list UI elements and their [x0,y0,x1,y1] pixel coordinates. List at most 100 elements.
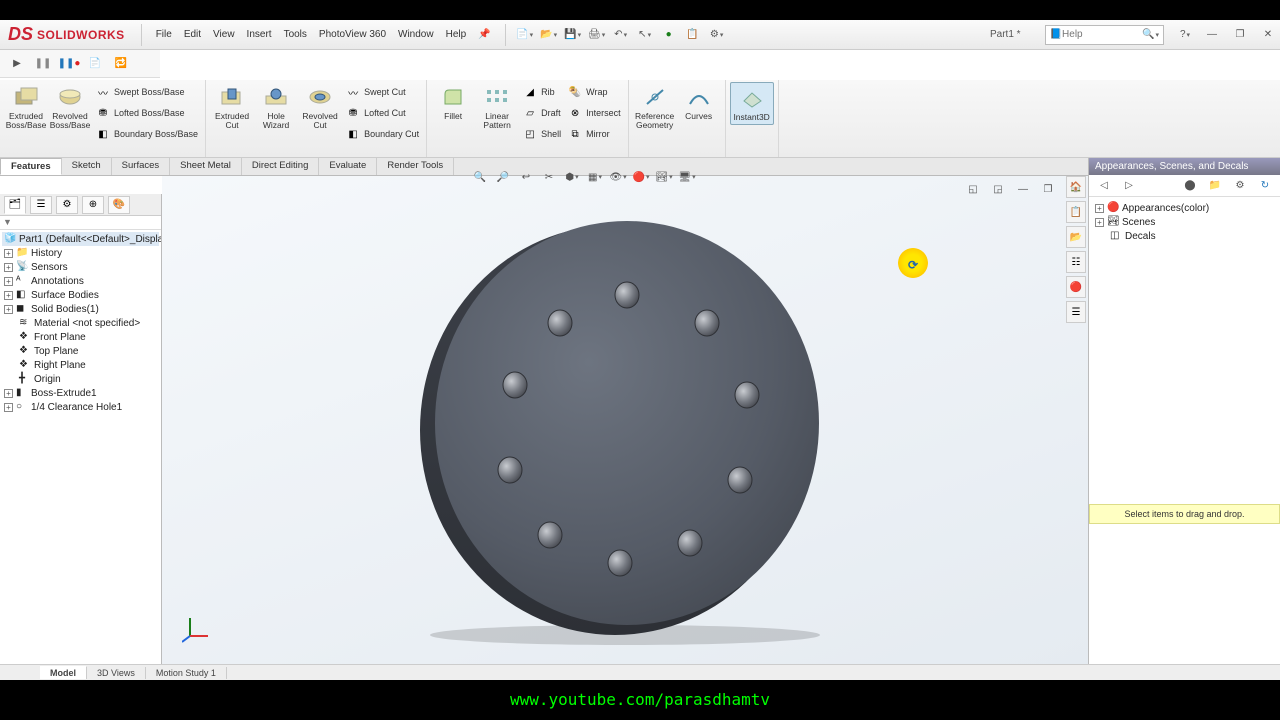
extruded-boss-button[interactable]: Extruded Boss/Base [4,82,48,132]
motion-replay-icon[interactable]: 🔁 [110,53,132,75]
rebuild-icon[interactable]: ● [658,24,680,46]
save-icon[interactable]: 💾▾ [562,24,584,46]
fm-tab-tree-icon[interactable]: 🗂 [4,196,26,214]
options-icon[interactable]: ⚙▾ [706,24,728,46]
lofted-cut-button[interactable]: ⛃Lofted Cut [342,103,422,123]
boundary-boss-button[interactable]: ◧Boundary Boss/Base [92,124,201,144]
vp-doc-icon[interactable]: ◱ [962,178,984,200]
shell-button[interactable]: ◰Shell [519,124,564,144]
search-icon[interactable]: 🔍▾ [1142,29,1159,40]
instant3d-button[interactable]: Instant3D [730,82,774,125]
tree-history[interactable]: +📁History [2,246,159,260]
curves-button[interactable]: Curves [677,82,721,123]
menu-photoview[interactable]: PhotoView 360 [313,26,392,43]
mirror-button[interactable]: ⧉Mirror [564,124,624,144]
rp-scenes[interactable]: +🏞Scenes [1093,215,1276,229]
rp-settings-icon[interactable]: ⚙ [1229,175,1251,197]
vp-restore-icon[interactable]: ❐ [1037,178,1059,200]
expand-icon[interactable]: + [4,263,13,272]
intersect-button[interactable]: ⊗Intersect [564,103,624,123]
view-orient-icon[interactable]: ⬢▾ [562,168,582,186]
motion-doc-icon[interactable]: 📄 [84,53,106,75]
task-home-icon[interactable]: 🏠 [1066,176,1086,198]
vp-minimize-icon[interactable]: — [1012,178,1034,200]
open-doc-icon[interactable]: 📂▾ [538,24,560,46]
menu-insert[interactable]: Insert [241,26,278,43]
tree-surface-bodies[interactable]: +◧Surface Bodies [2,288,159,302]
tree-root[interactable]: 🧊Part1 (Default<<Default>_Display State [2,232,159,246]
rp-back-icon[interactable]: ◁ [1093,175,1115,197]
hole-wizard-button[interactable]: Hole Wizard [254,82,298,132]
tab-direct-editing[interactable]: Direct Editing [242,158,320,175]
lofted-boss-button[interactable]: ⛃Lofted Boss/Base [92,103,201,123]
revolved-cut-button[interactable]: Revolved Cut [298,82,342,132]
draft-button[interactable]: ▱Draft [519,103,564,123]
file-props-icon[interactable]: 📋 [682,24,704,46]
swept-cut-button[interactable]: 〰Swept Cut [342,82,422,102]
pause-icon[interactable]: ❚❚ [32,53,54,75]
task-view-palette-icon[interactable]: ☷ [1066,251,1086,273]
reference-geometry-button[interactable]: Reference Geometry [633,82,677,132]
menu-tools[interactable]: Tools [278,26,313,43]
bottom-tab-motion-study[interactable]: Motion Study 1 [146,667,227,679]
menu-window[interactable]: Window [392,26,440,43]
hide-show-icon[interactable]: 👁▾ [608,168,628,186]
tab-evaluate[interactable]: Evaluate [319,158,377,175]
apply-scene-icon[interactable]: 🏞▾ [654,168,674,186]
expand-icon[interactable]: + [4,305,13,314]
extruded-cut-button[interactable]: Extruded Cut [210,82,254,132]
record-icon[interactable]: ❚❚● [58,53,80,75]
graphics-viewport[interactable]: ◱ ◲ — ❐ ✕ [162,176,1088,664]
tab-sheet-metal[interactable]: Sheet Metal [170,158,242,175]
wrap-button[interactable]: 🌯Wrap [564,82,624,102]
tree-annotations[interactable]: +ᴬAnnotations [2,274,159,288]
window-close[interactable]: ✕ [1256,25,1280,45]
swept-boss-button[interactable]: 〰Swept Boss/Base [92,82,201,102]
search-box[interactable]: 📘 🔍▾ [1045,25,1164,45]
zoom-fit-icon[interactable]: 🔍 [470,168,490,186]
expand-icon[interactable]: + [4,389,13,398]
expand-icon[interactable]: + [4,277,13,286]
display-style-icon[interactable]: ▦▾ [585,168,605,186]
rp-folder-icon[interactable]: 📁 [1204,175,1226,197]
vp-doc2-icon[interactable]: ◲ [987,178,1009,200]
tree-top-plane[interactable]: ❖Top Plane [2,344,159,358]
menu-help[interactable]: Help [440,26,473,43]
edit-appearance-icon[interactable]: 🔴▾ [631,168,651,186]
expand-icon[interactable]: + [1095,204,1104,213]
window-restore[interactable]: ❐ [1228,25,1252,45]
tab-features[interactable]: Features [0,158,62,175]
task-custom-props-icon[interactable]: ☰ [1066,301,1086,323]
tree-right-plane[interactable]: ❖Right Plane [2,358,159,372]
revolved-boss-button[interactable]: Revolved Boss/Base [48,82,92,132]
tree-material[interactable]: ≋Material <not specified> [2,316,159,330]
search-input[interactable] [1062,29,1142,40]
expand-icon[interactable]: + [4,403,13,412]
tree-front-plane[interactable]: ❖Front Plane [2,330,159,344]
help-icon[interactable]: ?▾ [1174,24,1196,46]
tree-solid-bodies[interactable]: +◼Solid Bodies(1) [2,302,159,316]
fillet-button[interactable]: Fillet [431,82,475,123]
tab-surfaces[interactable]: Surfaces [112,158,171,175]
undo-icon[interactable]: ↶▾ [610,24,632,46]
tab-render-tools[interactable]: Render Tools [377,158,454,175]
menu-pin-icon[interactable]: 📌 [472,26,496,43]
zoom-area-icon[interactable]: 🔎 [493,168,513,186]
menu-edit[interactable]: Edit [178,26,207,43]
bottom-tab-model[interactable]: Model [40,666,87,679]
rp-appearances[interactable]: +🔴Appearances(color) [1093,201,1276,215]
linear-pattern-button[interactable]: Linear Pattern [475,82,519,132]
boundary-cut-button[interactable]: ◧Boundary Cut [342,124,422,144]
prev-view-icon[interactable]: ↩ [516,168,536,186]
rp-decals[interactable]: ◫Decals [1093,229,1276,243]
expand-icon[interactable]: + [4,249,13,258]
menu-file[interactable]: File [150,26,178,43]
task-file-explorer-icon[interactable]: 📂 [1066,226,1086,248]
fm-tab-dim-icon[interactable]: ⊕ [82,196,104,214]
tree-sensors[interactable]: +📡Sensors [2,260,159,274]
fm-tab-config-icon[interactable]: ⚙ [56,196,78,214]
window-minimize[interactable]: — [1200,25,1224,45]
expand-icon[interactable]: + [1095,218,1104,227]
fm-filter-icon[interactable]: ▼ [0,216,161,230]
play-icon[interactable]: ▶ [6,53,28,75]
